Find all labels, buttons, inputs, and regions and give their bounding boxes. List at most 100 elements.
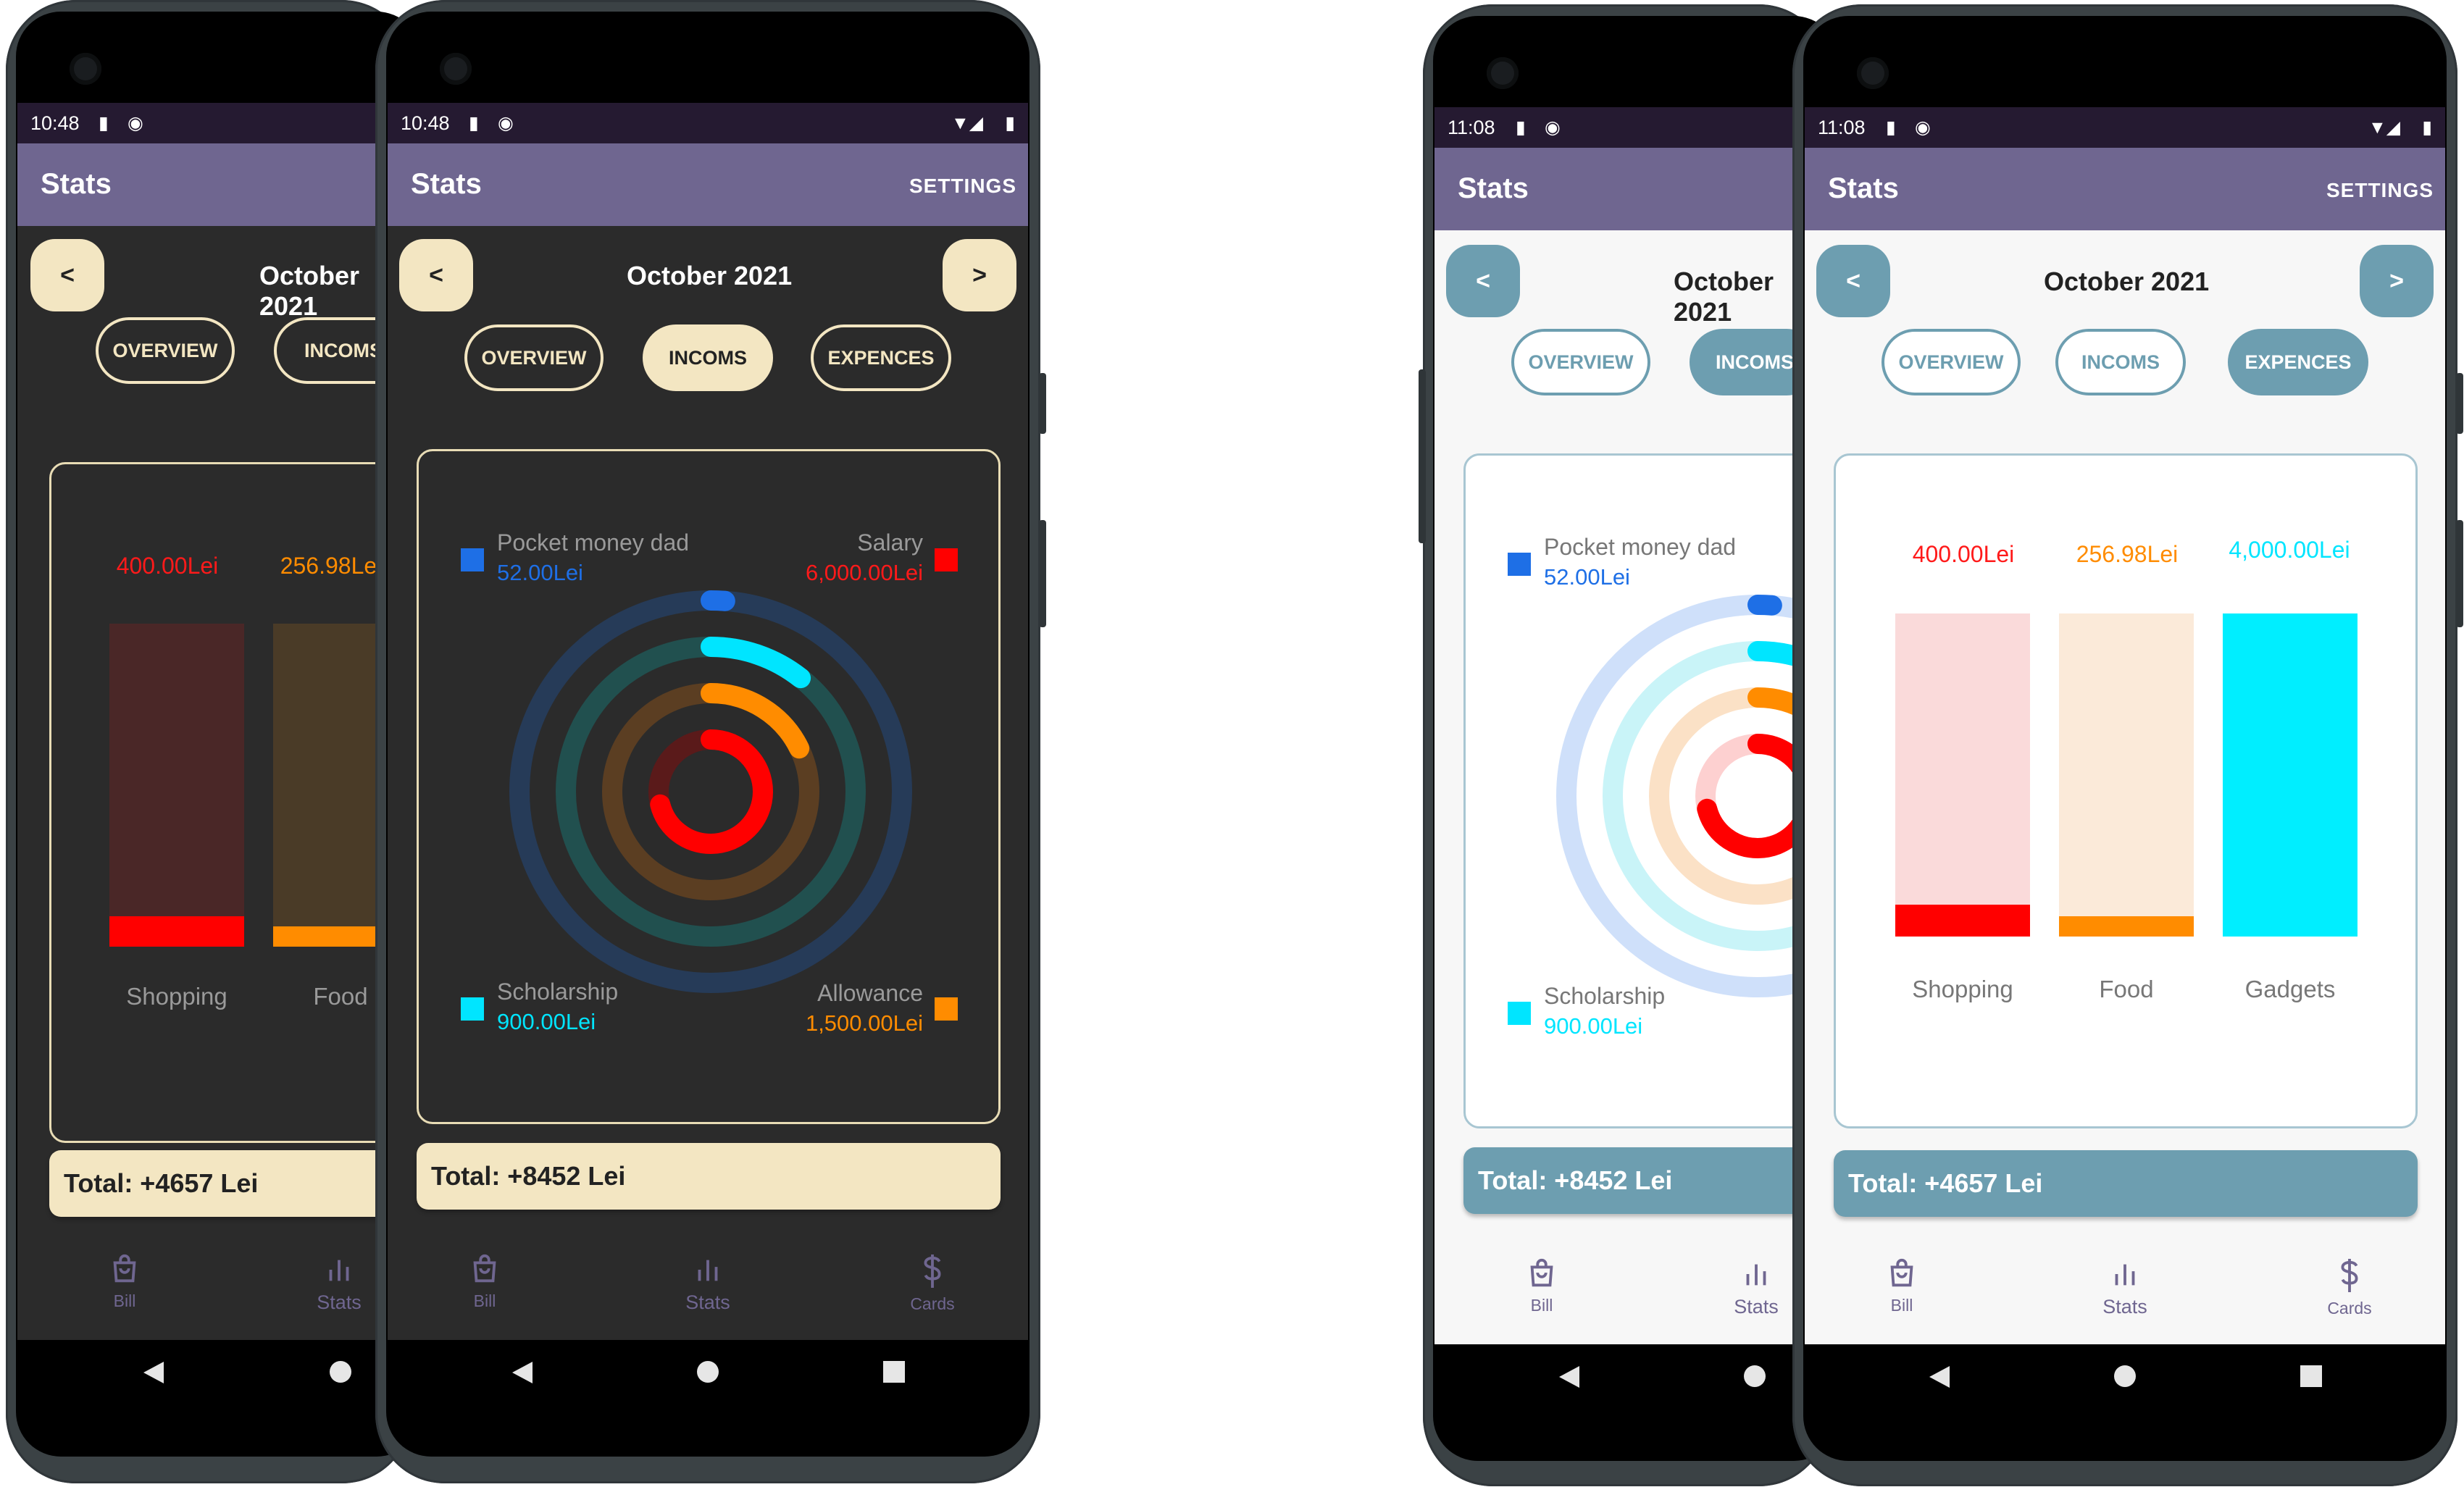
battery-icon: ▮ bbox=[1005, 113, 1015, 133]
total-text: Total: +4657 Lei bbox=[1848, 1168, 2043, 1198]
bar-label-shopping: Shopping bbox=[1912, 976, 2013, 1002]
status-time: 11:08 bbox=[1448, 117, 1495, 138]
nav-stats[interactable]: Stats bbox=[664, 1253, 751, 1314]
status-time: 10:48 bbox=[401, 112, 450, 134]
month-title: October 2021 bbox=[627, 261, 793, 290]
wifi-icon: ▼◢ bbox=[951, 113, 983, 133]
bar-fill-gadgets bbox=[2223, 613, 2357, 937]
legend-label-pocket-money: Pocket money dad bbox=[497, 529, 690, 556]
circle-home-icon[interactable] bbox=[2113, 1365, 2137, 1388]
status-time: 10:48 bbox=[30, 112, 80, 134]
tab-overview[interactable]: OVERVIEW bbox=[1882, 329, 2021, 395]
total-banner: Total: +8452 Lei bbox=[417, 1143, 1001, 1210]
screen-light-expenses: 11:08 ▮ ◉ ▼◢ ▮ Stats SETTINGS < October … bbox=[1805, 107, 2445, 1411]
screen-light-incomes: 11:08 ▮ ◉ Stats < October 2021 OVERVIEW … bbox=[1434, 107, 1837, 1411]
legend-label-pocket-money: Pocket money dad bbox=[1544, 534, 1737, 560]
total-text: Total: +8452 Lei bbox=[431, 1161, 626, 1191]
triangle-back-icon[interactable] bbox=[1558, 1365, 1581, 1389]
square-recents-icon[interactable] bbox=[882, 1360, 906, 1383]
legend-value-scholarship: 900.00Lei bbox=[497, 1009, 596, 1034]
month-title: October 2021 bbox=[2044, 267, 2210, 296]
prev-month-button[interactable]: < bbox=[1446, 245, 1520, 317]
bezel-dark-expenses: 10:48 ▮ ◉ Stats < October 2021 OVERVIEW … bbox=[16, 12, 422, 1457]
bar-fill-shopping bbox=[109, 916, 244, 947]
sync-icon: ◉ bbox=[128, 113, 143, 133]
tab-incomes[interactable]: INCOMS bbox=[2055, 329, 2186, 395]
circle-home-icon[interactable] bbox=[696, 1360, 719, 1383]
circle-home-icon[interactable] bbox=[329, 1360, 352, 1383]
tab-overview[interactable]: OVERVIEW bbox=[1511, 329, 1650, 395]
battery-icon: ▮ bbox=[2422, 117, 2432, 138]
shopping-bag-icon bbox=[473, 1254, 496, 1283]
nav-stats-label: Stats bbox=[317, 1291, 362, 1313]
expense-chart-card: 400.00Lei 256.98Lei 4,000.00Lei Shopping… bbox=[1834, 453, 2418, 1128]
screen-dark-expenses: 10:48 ▮ ◉ Stats < October 2021 OVERVIEW … bbox=[17, 103, 420, 1407]
status-bar: 10:48 ▮ ◉ bbox=[17, 103, 420, 143]
volume-button bbox=[2456, 520, 2463, 627]
nav-bill-label: Bill bbox=[1890, 1296, 1913, 1315]
triangle-back-icon[interactable] bbox=[511, 1360, 534, 1385]
nav-bill[interactable]: Bill bbox=[1858, 1257, 1945, 1315]
nav-bill[interactable]: Bill bbox=[1498, 1257, 1585, 1315]
next-month-button[interactable]: > bbox=[2360, 245, 2434, 317]
square-recents-icon[interactable] bbox=[2300, 1365, 2323, 1388]
total-text: Total: +4657 Lei bbox=[64, 1168, 259, 1198]
app-bar: Stats SETTINGS bbox=[388, 143, 1028, 226]
power-button bbox=[1419, 369, 1426, 543]
nav-stats-label: Stats bbox=[2102, 1296, 2147, 1318]
tab-expenses[interactable]: EXPENCES bbox=[811, 324, 951, 391]
income-chart-card: Pocket money dad 52.00Lei Scholarship 90… bbox=[1463, 453, 1837, 1128]
legend-value-allowance: 1,500.00Lei bbox=[805, 1010, 923, 1036]
power-button bbox=[2456, 373, 2463, 434]
bar-fill-food bbox=[2059, 916, 2194, 937]
tab-overview[interactable]: OVERVIEW bbox=[464, 324, 604, 391]
wifi-icon: ▼◢ bbox=[2368, 117, 2400, 138]
tab-incomes[interactable]: INCOMS bbox=[643, 324, 773, 391]
nav-stats[interactable]: Stats bbox=[2081, 1257, 2168, 1318]
circle-home-icon[interactable] bbox=[1743, 1365, 1766, 1388]
bar-fill-shopping bbox=[1895, 905, 2030, 937]
legend-swatch-pocket-money bbox=[461, 548, 484, 571]
system-nav-bar bbox=[1805, 1344, 2445, 1411]
nav-cards-label: Cards bbox=[2327, 1299, 2372, 1318]
prev-month-button[interactable]: < bbox=[1816, 245, 1890, 317]
dollar-icon bbox=[924, 1254, 941, 1288]
nav-stats[interactable]: Stats bbox=[1713, 1257, 1800, 1318]
settings-button[interactable]: SETTINGS bbox=[2326, 179, 2434, 202]
nav-cards[interactable]: Cards bbox=[2306, 1257, 2393, 1318]
settings-button[interactable]: SETTINGS bbox=[909, 175, 1016, 198]
nav-bill[interactable]: Bill bbox=[441, 1253, 528, 1311]
nav-cards[interactable]: Cards bbox=[889, 1253, 976, 1314]
triangle-back-icon[interactable] bbox=[142, 1360, 165, 1385]
bar-chart-icon bbox=[329, 1260, 349, 1281]
dollar-icon bbox=[2341, 1259, 2358, 1292]
prev-month-button[interactable]: < bbox=[30, 239, 104, 311]
nav-bill[interactable]: Bill bbox=[81, 1253, 168, 1311]
status-bar: 11:08 ▮ ◉ ▼◢ ▮ bbox=[1805, 107, 2445, 148]
bottom-nav: Bill Stats Cards bbox=[1805, 1244, 2445, 1344]
bar-bg-shopping bbox=[109, 624, 244, 947]
system-nav-bar bbox=[17, 1340, 420, 1407]
bar-value-shopping: 400.00Lei bbox=[1912, 541, 2015, 567]
app-bar: Stats bbox=[17, 143, 420, 226]
bezel-dark-incomes: 10:48 ▮ ◉ ▼◢ ▮ Stats SETTINGS < October … bbox=[386, 12, 1030, 1457]
tab-overview[interactable]: OVERVIEW bbox=[96, 317, 235, 384]
prev-month-button[interactable]: < bbox=[399, 239, 473, 311]
tab-expenses[interactable]: EXPENCES bbox=[2228, 329, 2368, 395]
legend-swatch-allowance bbox=[935, 997, 958, 1021]
nav-stats[interactable]: Stats bbox=[296, 1253, 383, 1314]
sync-icon: ◉ bbox=[1545, 117, 1561, 138]
bar-bg-shopping bbox=[1895, 613, 2030, 937]
legend-swatch-scholarship bbox=[1508, 1002, 1531, 1025]
shopping-bag-icon bbox=[113, 1254, 136, 1283]
bar-chart-icon bbox=[698, 1260, 718, 1281]
volume-button bbox=[1039, 520, 1046, 627]
app-title: Stats bbox=[1458, 172, 1529, 204]
status-bar: 11:08 ▮ ◉ bbox=[1434, 107, 1837, 148]
next-month-button[interactable]: > bbox=[943, 239, 1016, 311]
triangle-back-icon[interactable] bbox=[1928, 1365, 1951, 1389]
legend-value-scholarship: 900.00Lei bbox=[1544, 1013, 1643, 1039]
bar-label-gadgets: Gadgets bbox=[2244, 976, 2336, 1002]
nav-bill-label: Bill bbox=[473, 1291, 496, 1310]
status-bar: 10:48 ▮ ◉ ▼◢ ▮ bbox=[388, 103, 1028, 143]
